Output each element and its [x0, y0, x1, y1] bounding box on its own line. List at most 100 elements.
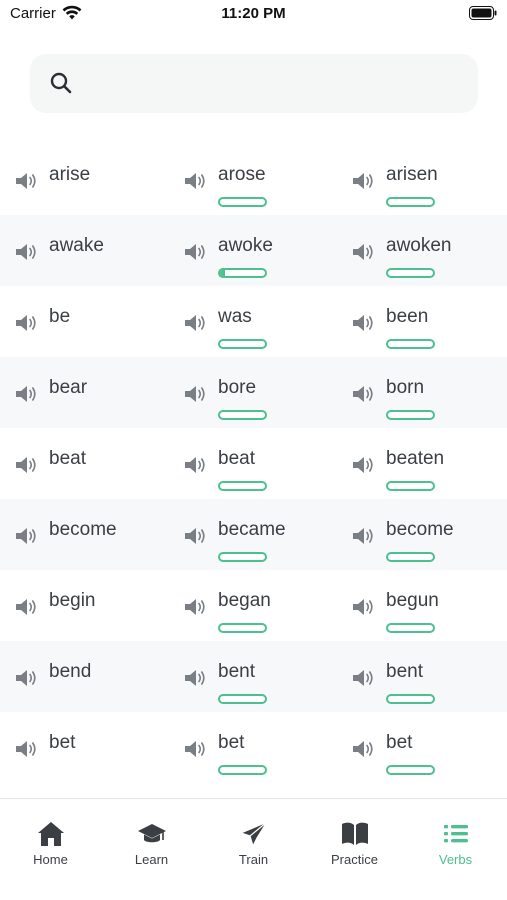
speaker-icon[interactable] [183, 383, 207, 405]
tab-verbs[interactable]: Verbs [405, 799, 506, 879]
verb-word: arose [218, 164, 266, 185]
tab-train[interactable]: Train [203, 799, 304, 879]
speaker-icon[interactable] [351, 525, 375, 547]
speaker-icon[interactable] [351, 383, 375, 405]
status-bar: Carrier 11:20 PM [0, 0, 507, 30]
verb-word: beat [49, 448, 86, 469]
tab-label: Home [33, 852, 68, 867]
verb-cell-base: beat [12, 428, 180, 499]
speaker-icon[interactable] [14, 738, 38, 760]
progress-bar [386, 410, 435, 420]
progress-bar [386, 552, 435, 562]
battery-icon [469, 6, 497, 20]
verb-word: bet [49, 732, 76, 753]
speaker-icon[interactable] [351, 170, 375, 192]
verb-word: born [386, 377, 425, 398]
verb-cell-past: was [181, 286, 349, 357]
tab-bar: Home Learn Train Practice Verbs [0, 798, 507, 900]
speaker-icon[interactable] [14, 596, 38, 618]
verb-cell-participle: bent [349, 641, 507, 712]
verb-cell-participle: awoken [349, 215, 507, 286]
speaker-icon[interactable] [14, 667, 38, 689]
verb-word: arisen [386, 164, 438, 185]
verb-cell-base: awake [12, 215, 180, 286]
progress-bar [218, 268, 267, 278]
speaker-icon[interactable] [351, 596, 375, 618]
verb-cell-base: bear [12, 357, 180, 428]
verb-cell-base: arise [12, 144, 180, 215]
progress-bar [218, 339, 267, 349]
speaker-icon[interactable] [183, 241, 207, 263]
progress-bar [386, 765, 435, 775]
progress-fill [220, 270, 226, 276]
verb-word: beat [218, 448, 255, 469]
progress-bar [218, 197, 267, 207]
verb-cell-participle: been [349, 286, 507, 357]
speaker-icon[interactable] [14, 525, 38, 547]
verb-row: become became become [0, 499, 507, 570]
verb-word: become [49, 519, 117, 540]
home-icon [38, 822, 64, 846]
verb-cell-base: become [12, 499, 180, 570]
progress-bar [386, 339, 435, 349]
search-bar[interactable] [30, 54, 478, 113]
verb-cell-past: became [181, 499, 349, 570]
verb-word: awake [49, 235, 104, 256]
verb-word: was [218, 306, 252, 327]
tab-label: Learn [134, 852, 169, 867]
verb-word: bend [49, 661, 92, 682]
verb-cell-base: bet [12, 712, 180, 783]
tab-label: Verbs [438, 852, 473, 867]
progress-bar [386, 694, 435, 704]
verb-word: bear [49, 377, 88, 398]
tab-learn[interactable]: Learn [101, 799, 202, 879]
verb-word: bet [218, 732, 245, 753]
verb-cell-past: beat [181, 428, 349, 499]
progress-bar [386, 623, 435, 633]
verb-row: bear bore born [0, 357, 507, 428]
verb-word: beaten [386, 448, 445, 469]
speaker-icon[interactable] [351, 667, 375, 689]
speaker-icon[interactable] [183, 596, 207, 618]
verb-word: begin [49, 590, 96, 611]
verb-row: bend bent bent [0, 641, 507, 712]
speaker-icon[interactable] [183, 738, 207, 760]
verb-row: arise arose arisen [0, 144, 507, 215]
speaker-icon[interactable] [183, 312, 207, 334]
speaker-icon[interactable] [183, 170, 207, 192]
speaker-icon[interactable] [183, 667, 207, 689]
verb-row: bet bet bet [0, 712, 507, 783]
book-icon [342, 822, 368, 845]
speaker-icon[interactable] [351, 241, 375, 263]
verb-list[interactable]: arise arose arisen awake awoke awoken be was bee… [0, 144, 507, 798]
speaker-icon[interactable] [183, 454, 207, 476]
speaker-icon[interactable] [14, 312, 38, 334]
verb-word: bore [218, 377, 257, 398]
speaker-icon[interactable] [351, 454, 375, 476]
progress-bar [218, 410, 267, 420]
verb-cell-participle: beaten [349, 428, 507, 499]
verb-cell-participle: arisen [349, 144, 507, 215]
verb-cell-past: bore [181, 357, 349, 428]
verb-word: arise [49, 164, 91, 185]
progress-bar [218, 694, 267, 704]
tab-label: Practice [331, 852, 378, 867]
verb-word: been [386, 306, 429, 327]
speaker-icon[interactable] [14, 170, 38, 192]
verb-cell-past: bent [181, 641, 349, 712]
verb-word: awoke [218, 235, 273, 256]
progress-bar [218, 765, 267, 775]
tab-practice[interactable]: Practice [304, 799, 405, 879]
verb-row: be was been [0, 286, 507, 357]
verb-row: begin began begun [0, 570, 507, 641]
speaker-icon[interactable] [14, 383, 38, 405]
tab-home[interactable]: Home [0, 799, 101, 879]
progress-bar [386, 268, 435, 278]
verb-cell-past: awoke [181, 215, 349, 286]
speaker-icon[interactable] [14, 241, 38, 263]
search-input[interactable] [84, 66, 464, 102]
speaker-icon[interactable] [183, 525, 207, 547]
speaker-icon[interactable] [351, 738, 375, 760]
speaker-icon[interactable] [351, 312, 375, 334]
speaker-icon[interactable] [14, 454, 38, 476]
